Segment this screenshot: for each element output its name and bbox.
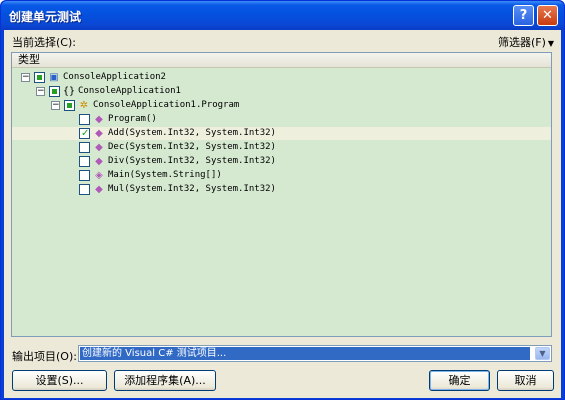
tree-node-method[interactable]: ◆ Mul(System.Int32, System.Int32): [12, 183, 551, 196]
output-project-value: 创建新的 Visual C# 测试项目...: [80, 347, 530, 360]
tree-node-label: Mul(System.Int32, System.Int32): [108, 184, 276, 194]
tree-node-label: ConsoleApplication1: [78, 86, 181, 96]
tree-node-method[interactable]: ◆ Program(): [12, 113, 551, 126]
tree-node-label: Div(System.Int32, System.Int32): [108, 156, 276, 166]
tree-checkbox[interactable]: [64, 100, 75, 111]
tree-checkbox[interactable]: [34, 72, 45, 83]
tree-node-method[interactable]: ◆ Dec(System.Int32, System.Int32): [12, 141, 551, 154]
type-tree[interactable]: 类型 − ▣ ConsoleApplication2 − {} ConsoleA…: [11, 52, 552, 337]
project-icon: ▣: [49, 72, 59, 83]
help-icon[interactable]: ?: [513, 5, 534, 26]
current-selection-label: 当前选择(C):: [12, 36, 76, 49]
chevron-down-icon: ▼: [547, 39, 555, 48]
dropdown-arrow-icon[interactable]: ▼: [535, 347, 550, 360]
collapse-icon[interactable]: −: [36, 87, 45, 96]
tree-body: − ▣ ConsoleApplication2 − {} ConsoleAppl…: [12, 69, 551, 336]
namespace-icon: {}: [62, 86, 76, 97]
tree-checkbox[interactable]: [79, 127, 90, 140]
output-project-select[interactable]: 创建新的 Visual C# 测试项目... ▼: [78, 345, 552, 362]
filter-button[interactable]: 筛选器(F) ▼: [498, 34, 554, 50]
tree-node-project[interactable]: − ▣ ConsoleApplication2: [12, 71, 551, 84]
close-icon[interactable]: ✕: [537, 5, 558, 26]
output-project-label: 输出项目(O):: [12, 350, 77, 363]
tree-node-label: Main(System.String[]): [108, 170, 222, 180]
tree-node-namespace[interactable]: − {} ConsoleApplication1: [12, 85, 551, 98]
static-method-icon: ◈: [95, 170, 103, 181]
ok-button[interactable]: 确定: [429, 370, 490, 391]
method-icon: ◆: [95, 128, 103, 139]
collapse-icon[interactable]: −: [51, 101, 60, 110]
tree-node-label: Add(System.Int32, System.Int32): [108, 128, 276, 138]
method-icon: ◆: [95, 156, 103, 167]
create-unit-tests-dialog: 创建单元测试 ? ✕ 当前选择(C): 筛选器(F) ▼ 类型 − ▣ Conso…: [0, 0, 565, 400]
tree-checkbox[interactable]: [79, 142, 90, 153]
tree-checkbox[interactable]: [49, 86, 60, 97]
tree-checkbox[interactable]: [79, 170, 90, 181]
method-icon: ◆: [95, 184, 103, 195]
settings-button[interactable]: 设置(S)...: [12, 370, 107, 391]
tree-checkbox[interactable]: [79, 156, 90, 167]
tree-node-label: Program(): [108, 114, 157, 124]
class-icon: ✲: [79, 100, 89, 111]
tree-node-static-method[interactable]: ◈ Main(System.String[]): [12, 169, 551, 182]
tree-checkbox[interactable]: [79, 184, 90, 195]
column-header-type[interactable]: 类型: [12, 53, 551, 68]
window-title: 创建单元测试: [9, 10, 82, 24]
cancel-button[interactable]: 取消: [497, 370, 554, 391]
title-bar[interactable]: 创建单元测试 ? ✕: [1, 1, 564, 30]
dialog-client-area: 当前选择(C): 筛选器(F) ▼ 类型 − ▣ ConsoleApplicati…: [4, 30, 561, 398]
method-icon: ◆: [95, 114, 103, 125]
tree-node-label: Dec(System.Int32, System.Int32): [108, 142, 276, 152]
filter-button-label: 筛选器(F): [498, 36, 546, 49]
tree-node-label: ConsoleApplication2: [63, 72, 166, 82]
tree-node-method[interactable]: ◆ Div(System.Int32, System.Int32): [12, 155, 551, 168]
add-assembly-button[interactable]: 添加程序集(A)...: [114, 370, 216, 391]
method-icon: ◆: [95, 142, 103, 153]
tree-node-class[interactable]: − ✲ ConsoleApplication1.Program: [12, 99, 551, 112]
tree-node-method-selected[interactable]: ◆ Add(System.Int32, System.Int32): [12, 127, 551, 140]
tree-checkbox[interactable]: [79, 114, 90, 125]
collapse-icon[interactable]: −: [21, 73, 30, 82]
tree-node-label: ConsoleApplication1.Program: [93, 100, 240, 110]
